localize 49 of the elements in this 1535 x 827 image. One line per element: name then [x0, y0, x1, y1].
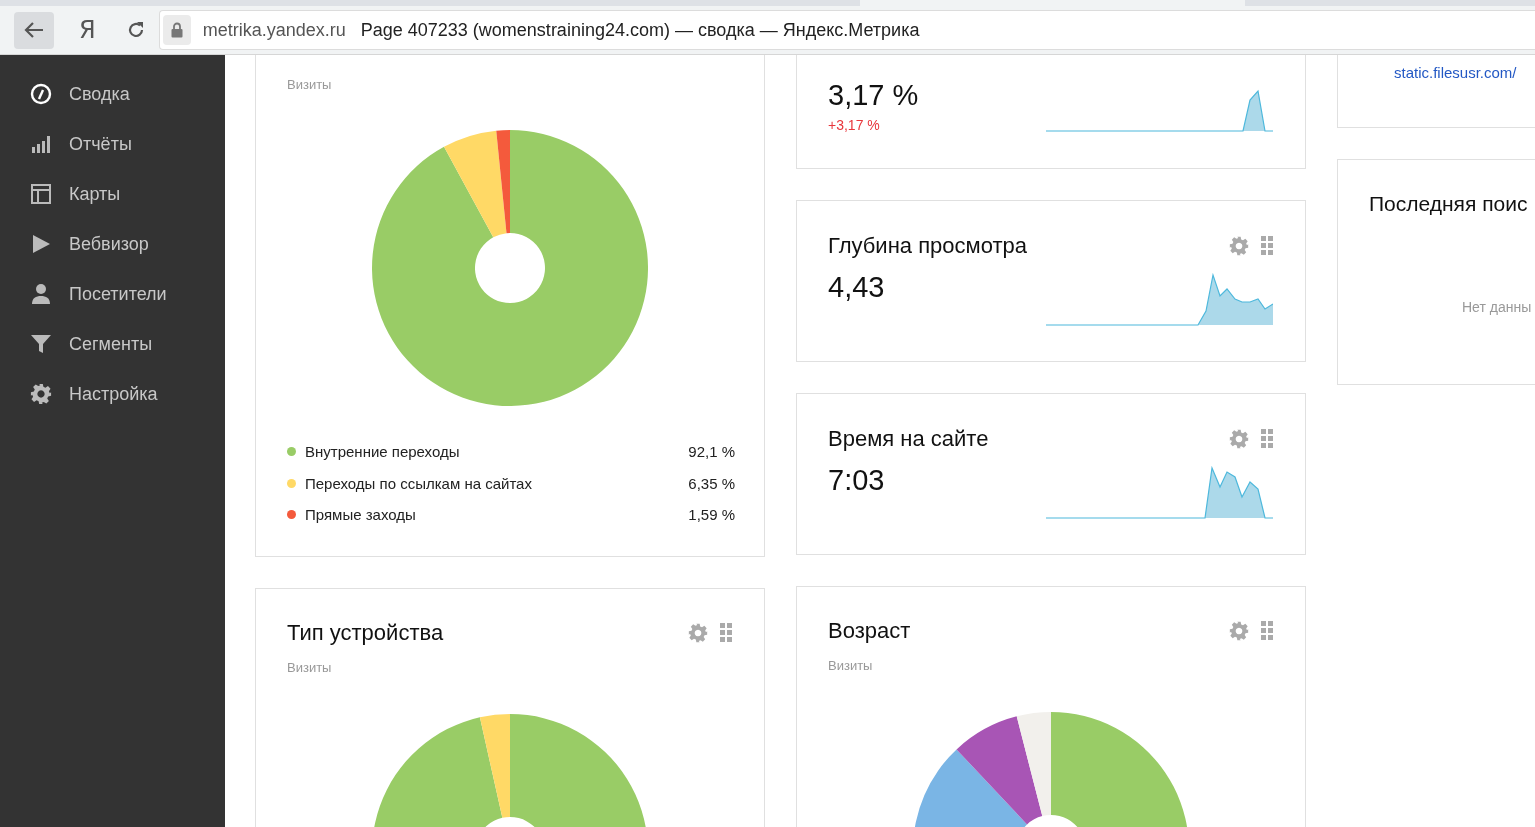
back-button[interactable] [14, 11, 54, 49]
funnel-icon [30, 333, 52, 355]
settings-icon[interactable] [688, 623, 708, 643]
sidebar-item[interactable]: Сегменты [0, 319, 225, 369]
legend-value: 6,35 % [688, 474, 735, 492]
legend-label: Внутренние переходы [305, 443, 460, 461]
page-title: Page 407233 (womenstraining24.com) — сводка — Яндекс.Метрика [360, 19, 920, 41]
legend-value: 1,59 % [688, 506, 735, 524]
widget-subtitle: Визиты [287, 660, 333, 676]
play-icon [30, 233, 52, 255]
gauge-icon [30, 83, 52, 105]
referrer-link[interactable]: static.filesusr.com/ [1394, 64, 1517, 81]
widget-subtitle: Визиты [287, 77, 333, 93]
drag-handle-icon[interactable] [1261, 236, 1273, 256]
settings-icon[interactable] [1229, 236, 1249, 256]
settings-icon[interactable] [1229, 429, 1249, 449]
lock-icon [162, 15, 191, 45]
layout-icon [30, 183, 52, 205]
widget-title: Глубина просмотра [828, 233, 1027, 259]
legend-value: 92,1 % [688, 443, 735, 461]
sidebar-item[interactable]: Отчёты [0, 119, 225, 169]
legend-label: Прямые заходы [305, 506, 416, 524]
sidebar-item[interactable]: Настройка [0, 369, 225, 419]
bounce-rate-change: +3,17 % [828, 117, 881, 133]
address-bar[interactable]: metrika.yandex.ru Page 407233 (womenstraining24.com) — сводка — Яндекс.Метрика [158, 10, 1535, 50]
empty-message: Нет данны [1462, 299, 1533, 315]
widget-title: Последняя поис [1369, 192, 1529, 216]
person-icon [30, 283, 52, 305]
sidebar-item[interactable]: Посетители [0, 269, 225, 319]
widget-title: Тип устройства [287, 620, 444, 646]
bar-chart-icon [30, 133, 52, 155]
drag-handle-icon[interactable] [720, 623, 732, 643]
widget-title: Возраст [828, 618, 911, 644]
legend-label: Переходы по ссылкам на сайтах [305, 474, 532, 492]
browser-logo[interactable]: Я [79, 16, 96, 44]
metric-value: 7:03 [828, 463, 885, 498]
address-domain: metrika.yandex.ru [202, 19, 346, 41]
back-arrow-icon [23, 21, 45, 39]
bounce-rate-value: 3,17 % [828, 78, 919, 113]
sidebar-item[interactable]: Вебвизор [0, 219, 225, 269]
settings-icon [30, 383, 52, 405]
widget-title: Время на сайте [828, 426, 989, 452]
drag-handle-icon[interactable] [1261, 429, 1273, 449]
widget-subtitle: Визиты [828, 658, 874, 674]
sidebar-item[interactable]: Карты [0, 169, 225, 219]
settings-icon[interactable] [1229, 621, 1249, 641]
drag-handle-icon[interactable] [1261, 621, 1273, 641]
metric-value: 4,43 [828, 270, 885, 305]
sidebar-item[interactable]: Сводка [0, 69, 225, 119]
